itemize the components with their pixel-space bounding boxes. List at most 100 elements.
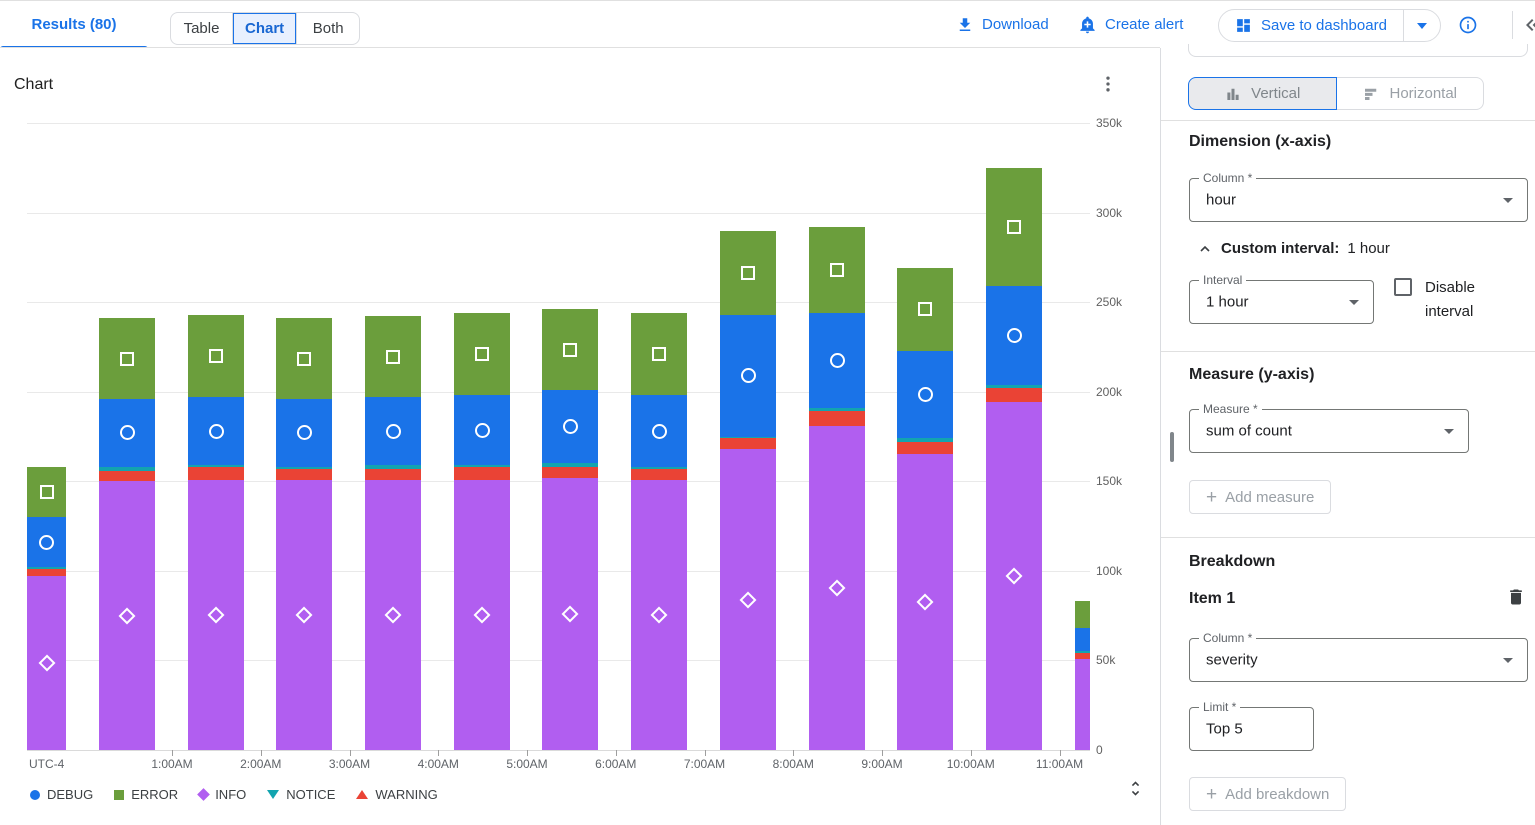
bar-segment-error[interactable] [809,227,865,313]
view-toggle-chart[interactable]: Chart [233,13,297,44]
create-alert-button[interactable]: Create alert [1078,1,1183,48]
bar-segment-info[interactable] [986,402,1042,750]
custom-interval-toggle[interactable]: Custom interval: 1 hour [1197,240,1390,257]
error-marker-icon [1007,220,1021,234]
bar-segment-notice[interactable] [454,465,510,467]
bar-segment-error[interactable] [99,318,155,399]
bar-segment-warning[interactable] [542,467,598,478]
bar-segment-error[interactable] [720,231,776,315]
bar-segment-info[interactable] [27,576,66,750]
chart-menu-button[interactable] [1098,72,1118,101]
bar-segment-error[interactable] [276,318,332,399]
bar-segment-warning[interactable] [1075,653,1090,658]
bar-segment-warning[interactable] [188,467,244,480]
disable-interval-checkbox[interactable] [1394,278,1412,296]
bar-segment-notice[interactable] [276,467,332,469]
bar-segment-warning[interactable] [809,411,865,425]
bar-segment-debug[interactable] [542,390,598,463]
top-toolbar: Results (80) Table Chart Both Download C… [0,0,1535,48]
bar-segment-error[interactable] [188,315,244,397]
bar-segment-notice[interactable] [809,408,865,412]
bar-segment-info[interactable] [809,426,865,750]
bar-segment-info[interactable] [188,480,244,751]
bar-segment-debug[interactable] [897,351,953,439]
view-toggle: Table Chart Both [170,12,360,45]
bar-segment-debug[interactable] [809,313,865,408]
bar-segment-notice[interactable] [188,465,244,467]
clipped-field-fragment[interactable] [1188,44,1528,57]
info-marker-icon [740,591,757,608]
bar-segment-debug[interactable] [99,399,155,467]
bar-segment-warning[interactable] [631,469,687,480]
bar-segment-notice[interactable] [720,437,776,439]
info-button[interactable] [1458,15,1478,40]
expand-results-button[interactable] [1126,779,1145,803]
delete-breakdown-button[interactable] [1506,586,1526,613]
bar-segment-error[interactable] [27,467,66,517]
add-alert-icon [1078,15,1097,34]
bar-segment-info[interactable] [897,454,953,750]
breakdown-limit-field[interactable]: Limit * Top 5 [1189,707,1314,751]
x-tick [261,750,262,756]
bar-segment-notice[interactable] [365,465,421,469]
orientation-horizontal-button[interactable]: Horizontal [1337,77,1485,110]
bar-segment-info[interactable] [99,481,155,750]
breakdown-column-select[interactable]: Column * severity [1189,638,1528,682]
bar-segment-info[interactable] [1075,659,1090,750]
x-tick [350,750,351,756]
bar-segment-warning[interactable] [720,438,776,449]
bar-segment-debug[interactable] [188,397,244,465]
save-to-dashboard-button[interactable]: Save to dashboard [1219,10,1403,41]
add-measure-button[interactable]: + Add measure [1189,480,1331,514]
bar-segment-warning[interactable] [454,467,510,480]
bar-segment-error[interactable] [897,268,953,350]
bar-segment-info[interactable] [720,449,776,750]
download-button[interactable]: Download [956,1,1049,48]
bar-segment-warning[interactable] [365,469,421,480]
bar-segment-error[interactable] [1075,601,1090,628]
bar-segment-info[interactable] [631,480,687,751]
save-to-dashboard-menu-button[interactable] [1404,10,1440,41]
bar-segment-info[interactable] [542,478,598,750]
view-toggle-table[interactable]: Table [171,13,233,44]
bar-segment-debug[interactable] [276,399,332,467]
interval-select[interactable]: Interval 1 hour [1189,280,1374,324]
bar-segment-debug[interactable] [1075,628,1090,651]
bar-segment-warning[interactable] [986,388,1042,402]
bar-segment-error[interactable] [454,313,510,395]
panel-scrollbar-thumb[interactable] [1170,432,1174,462]
bar-segment-notice[interactable] [542,463,598,467]
tab-results[interactable]: Results (80) [0,1,148,48]
bar-segment-debug[interactable] [631,395,687,467]
bar-segment-error[interactable] [542,309,598,390]
orientation-vertical-button[interactable]: Vertical [1188,77,1337,110]
bar-segment-notice[interactable] [897,438,953,442]
add-breakdown-button[interactable]: + Add breakdown [1189,777,1346,811]
bar-segment-notice[interactable] [99,467,155,471]
bar-segment-error[interactable] [986,168,1042,286]
measure-select[interactable]: Measure * sum of count [1189,409,1469,453]
y-tick-label: 300k [1096,206,1122,220]
bar-segment-debug[interactable] [720,315,776,437]
bar-segment-info[interactable] [365,480,421,751]
bar-segment-debug[interactable] [986,286,1042,385]
view-toggle-both[interactable]: Both [297,13,359,44]
bar-segment-debug[interactable] [365,397,421,465]
collapse-panel-button[interactable] [1521,13,1535,42]
bar-segment-warning[interactable] [897,442,953,455]
bar-segment-notice[interactable] [27,567,66,569]
bar-segment-debug[interactable] [27,517,66,567]
bar-segment-warning[interactable] [276,469,332,480]
breakdown-limit-value: Top 5 [1206,721,1243,738]
bar-segment-notice[interactable] [986,385,1042,389]
bar-segment-debug[interactable] [454,395,510,465]
bar-segment-info[interactable] [454,480,510,751]
bar-segment-notice[interactable] [631,467,687,469]
bar-segment-notice[interactable] [1075,651,1090,653]
dimension-column-select[interactable]: Column * hour [1189,178,1528,222]
bar-segment-info[interactable] [276,480,332,751]
bar-segment-warning[interactable] [27,569,66,576]
bar-segment-error[interactable] [631,313,687,395]
bar-segment-warning[interactable] [99,471,155,482]
bar-segment-error[interactable] [365,316,421,397]
